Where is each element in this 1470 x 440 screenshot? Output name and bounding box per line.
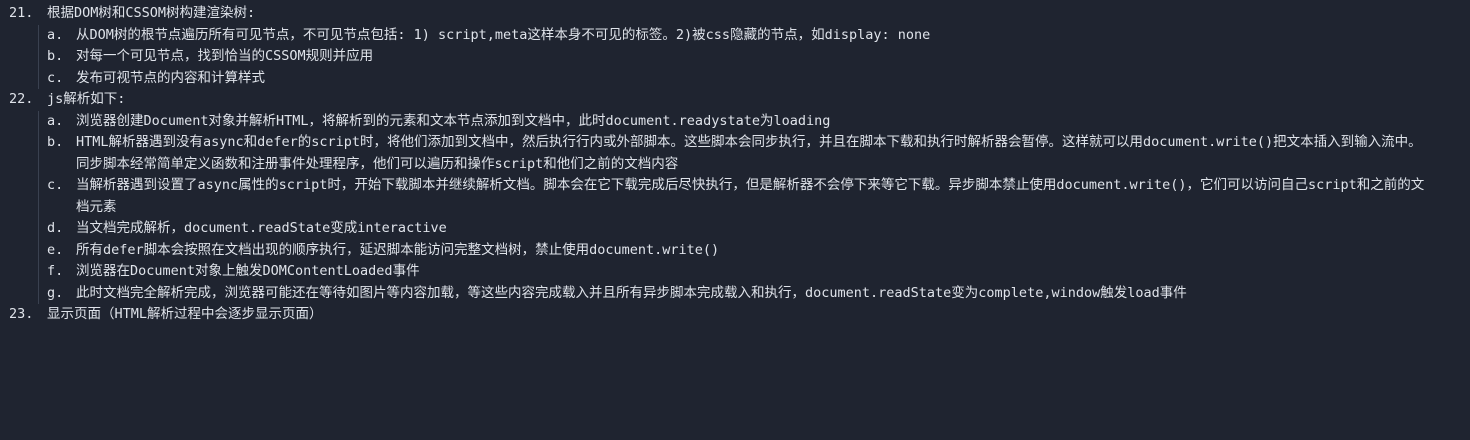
sub-item-text: HTML解析器遇到没有async和defer的script时，将他们添加到文档中… <box>76 134 1422 172</box>
sub-item-marker: c. <box>47 69 64 86</box>
sub-item-marker: b. <box>47 48 64 64</box>
sub-item-marker: c. <box>47 177 64 193</box>
list-item-text: 显示页面（HTML解析过程中会逐步显示页面） <box>47 306 323 322</box>
sub-item-marker: a. <box>47 112 64 129</box>
list-item: 22. js解析如下: <box>9 89 1470 111</box>
sub-item: d. 当文档完成解析，document.readState变成interacti… <box>47 218 1428 240</box>
sub-item-text: 对每一个可见节点，找到恰当的CSSOM规则并应用 <box>76 48 374 64</box>
sub-item: c. 当解析器遇到设置了async属性的script时，开始下载脚本并继续解析文… <box>47 175 1428 218</box>
sub-item-marker: e. <box>47 241 64 258</box>
list-item: 23. 显示页面（HTML解析过程中会逐步显示页面） <box>9 304 1470 326</box>
sub-item-marker: a. <box>47 26 64 43</box>
sub-item-marker: b. <box>47 134 64 150</box>
sub-item: c. 发布可视节点的内容和计算样式 <box>47 68 1428 90</box>
sub-item-text: 浏览器创建Document对象并解析HTML，将解析到的元素和文本节点添加到文档… <box>76 112 831 129</box>
sub-item-text: 从DOM树的根节点遍历所有可见节点，不可见节点包括: 1) script,met… <box>76 26 931 43</box>
sub-item-marker: g. <box>47 284 64 301</box>
sub-item-marker: d. <box>47 220 64 236</box>
sub-item-text: 当文档完成解析，document.readState变成interactive <box>76 220 447 236</box>
sub-item: e. 所有defer脚本会按照在文档出现的顺序执行，延迟脚本能访问完整文档树，禁… <box>47 240 1428 262</box>
sub-item: a. 从DOM树的根节点遍历所有可见节点，不可见节点包括: 1) script,… <box>47 25 1428 47</box>
sub-item-marker: f. <box>47 263 64 279</box>
list-item-text: 根据DOM树和CSSOM树构建渲染树: <box>47 5 256 21</box>
sub-item: g. 此时文档完全解析完成，浏览器可能还在等待如图片等内容加载，等这些内容完成载… <box>47 283 1428 305</box>
sub-item: b. HTML解析器遇到没有async和defer的script时，将他们添加到… <box>47 132 1428 175</box>
sub-item-text: 发布可视节点的内容和计算样式 <box>76 69 265 86</box>
list-item-number: 21. <box>9 5 34 21</box>
list-item: 21. 根据DOM树和CSSOM树构建渲染树: <box>9 3 1470 25</box>
sub-item: a. 浏览器创建Document对象并解析HTML，将解析到的元素和文本节点添加… <box>47 111 1428 133</box>
sub-item: f. 浏览器在Document对象上触发DOMContentLoaded事件 <box>47 261 1428 283</box>
sub-item: b. 对每一个可见节点，找到恰当的CSSOM规则并应用 <box>47 46 1428 68</box>
sublist: a. 从DOM树的根节点遍历所有可见节点，不可见节点包括: 1) script,… <box>38 24 1428 90</box>
sub-item-text: 此时文档完全解析完成，浏览器可能还在等待如图片等内容加载，等这些内容完成载入并且… <box>76 284 1187 301</box>
list-item-number: 22. <box>9 91 34 107</box>
list-item-text: js解析如下: <box>47 91 126 107</box>
list-item-number: 23. <box>9 306 34 322</box>
sub-item-text: 所有defer脚本会按照在文档出现的顺序执行，延迟脚本能访问完整文档树，禁止使用… <box>76 241 720 258</box>
sub-item-text: 当解析器遇到设置了async属性的script时，开始下载脚本并继续解析文档。脚… <box>76 177 1425 215</box>
editor-content: 21. 根据DOM树和CSSOM树构建渲染树: a. 从DOM树的根节点遍历所有… <box>0 0 1470 440</box>
sublist: a. 浏览器创建Document对象并解析HTML，将解析到的元素和文本节点添加… <box>38 110 1428 305</box>
sub-item-text: 浏览器在Document对象上触发DOMContentLoaded事件 <box>76 263 420 279</box>
